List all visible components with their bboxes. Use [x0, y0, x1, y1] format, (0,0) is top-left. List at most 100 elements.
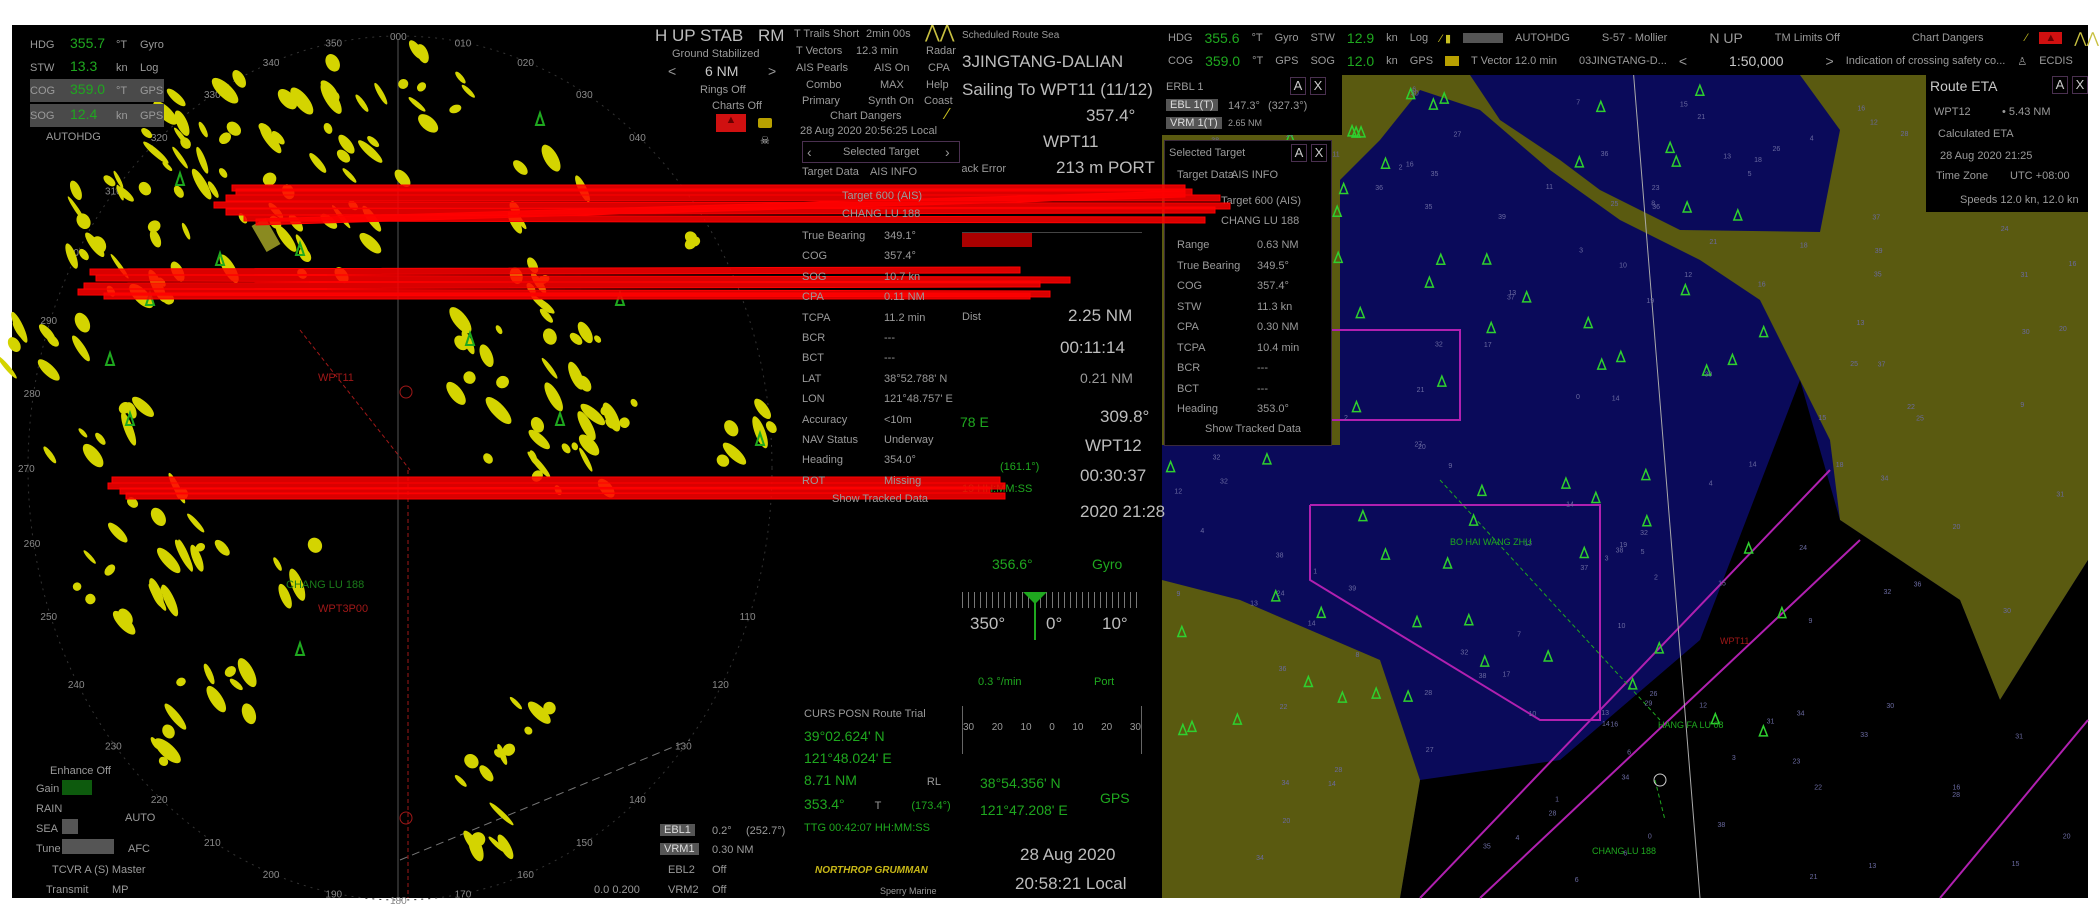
depth-sounding: 16: [1610, 722, 1618, 729]
erbl-close-button[interactable]: X: [1310, 77, 1326, 95]
show-tracked-data-button[interactable]: Show Tracked Data: [1205, 423, 1301, 435]
orientation-button[interactable]: N UP: [1709, 30, 1742, 46]
alarm-icon[interactable]: ▲: [716, 114, 746, 132]
route-tabs[interactable]: Scheduled Route Sea: [962, 30, 1059, 41]
depth-sounding: 26: [1772, 146, 1780, 153]
depth-sounding: 30: [1886, 703, 1894, 710]
bearing-label: 350: [325, 39, 342, 50]
person-icon[interactable]: ♙: [2017, 55, 2027, 68]
pencil-icon[interactable]: ⁄: [946, 106, 949, 124]
range-down-button[interactable]: <: [668, 63, 676, 79]
show-tracked-data-button[interactable]: Show Tracked Data: [802, 493, 960, 505]
row-value: 349.5°: [1257, 259, 1289, 272]
depth-sounding: 38: [1717, 822, 1725, 829]
vrm2-button[interactable]: VRM2: [668, 884, 699, 896]
range-up-button[interactable]: >: [768, 63, 776, 79]
alarm-icon[interactable]: ▲: [2039, 32, 2063, 44]
target-close-button[interactable]: X: [1311, 144, 1327, 162]
depth-sounding: 36: [1279, 666, 1287, 673]
rings-button[interactable]: Rings Off: [700, 84, 746, 96]
depth-sounding: 16: [1857, 105, 1865, 112]
xte-value: 213 m PORT: [1056, 158, 1155, 177]
rudder-tick: 30: [1129, 722, 1141, 733]
ownship-row-stw: STW 13.3 kn Log: [30, 58, 159, 74]
bearing-label: 130: [675, 742, 692, 753]
vector-button[interactable]: T Vector 12.0 min: [1471, 55, 1557, 67]
vrm1-button[interactable]: VRM1: [660, 843, 699, 855]
depth-sounding: 27: [1454, 132, 1462, 139]
eta-close-button[interactable]: X: [2072, 76, 2088, 94]
ebl1-button[interactable]: EBL 1(T): [1166, 99, 1218, 111]
depth-sounding: 7: [1517, 631, 1521, 638]
bearing-label: 120: [712, 680, 729, 691]
tune-slider[interactable]: [62, 839, 114, 854]
row-value: 121°48.757' E: [884, 393, 953, 406]
combo-button[interactable]: Combo: [806, 79, 841, 91]
bearing-label: 150: [576, 838, 593, 849]
pencil-icon[interactable]: ⁄: [2026, 32, 2028, 44]
help-button[interactable]: Help: [926, 79, 949, 91]
vectors-button[interactable]: T Vectors: [796, 45, 842, 57]
ebl2-button[interactable]: EBL2: [668, 864, 695, 876]
ais-pearls-button[interactable]: AIS Pearls: [796, 62, 848, 74]
cpa-button[interactable]: CPA: [928, 62, 950, 74]
target-next-button[interactable]: ›: [945, 144, 950, 160]
bearing-label: 160: [517, 870, 534, 881]
wpt-label: WPT11: [1720, 636, 1750, 646]
depth-sounding: 10: [1618, 623, 1626, 630]
depth-sounding: 12: [1699, 702, 1707, 709]
sea-slider[interactable]: [62, 819, 78, 834]
charts-button[interactable]: Charts Off: [712, 100, 762, 112]
depth-sounding: 9: [1808, 618, 1812, 625]
steering-mode: AUTOHDG: [1515, 32, 1570, 44]
stabilization-button[interactable]: Ground Stabilized: [672, 48, 759, 60]
message-icon[interactable]: [758, 118, 772, 128]
ebl1-button[interactable]: EBL1: [660, 824, 695, 836]
orientation-button[interactable]: H UP STAB: [655, 26, 743, 46]
eta-auto-button[interactable]: A: [2052, 76, 2068, 94]
date: 28 Aug 2020: [1020, 845, 1116, 864]
scale-up-button[interactable]: >: [1826, 53, 1834, 69]
rot-value: 0.3 °/min: [978, 676, 1022, 688]
mp-button[interactable]: MP: [112, 884, 129, 896]
vrm1-button[interactable]: VRM 1(T): [1166, 117, 1222, 129]
enhance-button[interactable]: Enhance Off: [50, 765, 111, 777]
depth-sounding: 14: [1566, 501, 1574, 508]
depth-sounding: 13: [1601, 710, 1609, 717]
max-button[interactable]: MAX: [880, 79, 904, 91]
depth-sounding: 25: [1611, 201, 1619, 208]
depth-sounding: 0: [1576, 394, 1580, 401]
alarm-list-icon[interactable]: [1463, 33, 1504, 43]
target-prev-button[interactable]: ‹: [807, 144, 812, 160]
depth-sounding: 17: [1503, 671, 1511, 678]
tm-limits-button[interactable]: TM Limits Off: [1775, 32, 1840, 44]
synth-button[interactable]: Synth On: [868, 95, 914, 107]
scale-down-button[interactable]: <: [1679, 53, 1687, 69]
row-key: BCT: [802, 352, 824, 365]
depth-sounding: 1: [1313, 569, 1317, 576]
ais-on-button[interactable]: AIS On: [874, 62, 909, 74]
row-value: 10.4 min: [1257, 341, 1300, 354]
trails-button[interactable]: T Trails Short: [794, 28, 859, 40]
chart-dangers-button[interactable]: Chart Dangers: [830, 110, 902, 122]
erbl-auto-button[interactable]: A: [1290, 77, 1306, 95]
depth-sounding: 27: [1426, 747, 1434, 754]
pencil-icon[interactable]: ⁄ ▮: [1440, 32, 1451, 45]
bearing-label: 240: [68, 680, 85, 691]
depth-sounding: 34: [1797, 711, 1805, 718]
auto-button[interactable]: AUTO: [125, 812, 155, 824]
transmit-button[interactable]: Transmit: [46, 884, 88, 896]
target-data-row: BCR ---: [1177, 358, 1299, 379]
depth-sounding: 4: [1810, 135, 1814, 142]
afc-button[interactable]: AFC: [128, 843, 150, 855]
depth-sounding: 19: [1619, 542, 1627, 549]
transceiver-status[interactable]: TCVR A (S) Master: [52, 864, 146, 876]
chart-dangers-button[interactable]: Chart Dangers: [1912, 32, 1984, 44]
message-icon[interactable]: [1445, 56, 1460, 66]
primary-button[interactable]: Primary: [802, 95, 840, 107]
motion-button[interactable]: RM: [758, 26, 784, 46]
gain-slider[interactable]: [62, 780, 92, 795]
target-auto-button[interactable]: A: [1291, 144, 1307, 162]
target-data-row: BCR ---: [802, 328, 960, 348]
depth-sounding: 28: [1952, 792, 1960, 799]
